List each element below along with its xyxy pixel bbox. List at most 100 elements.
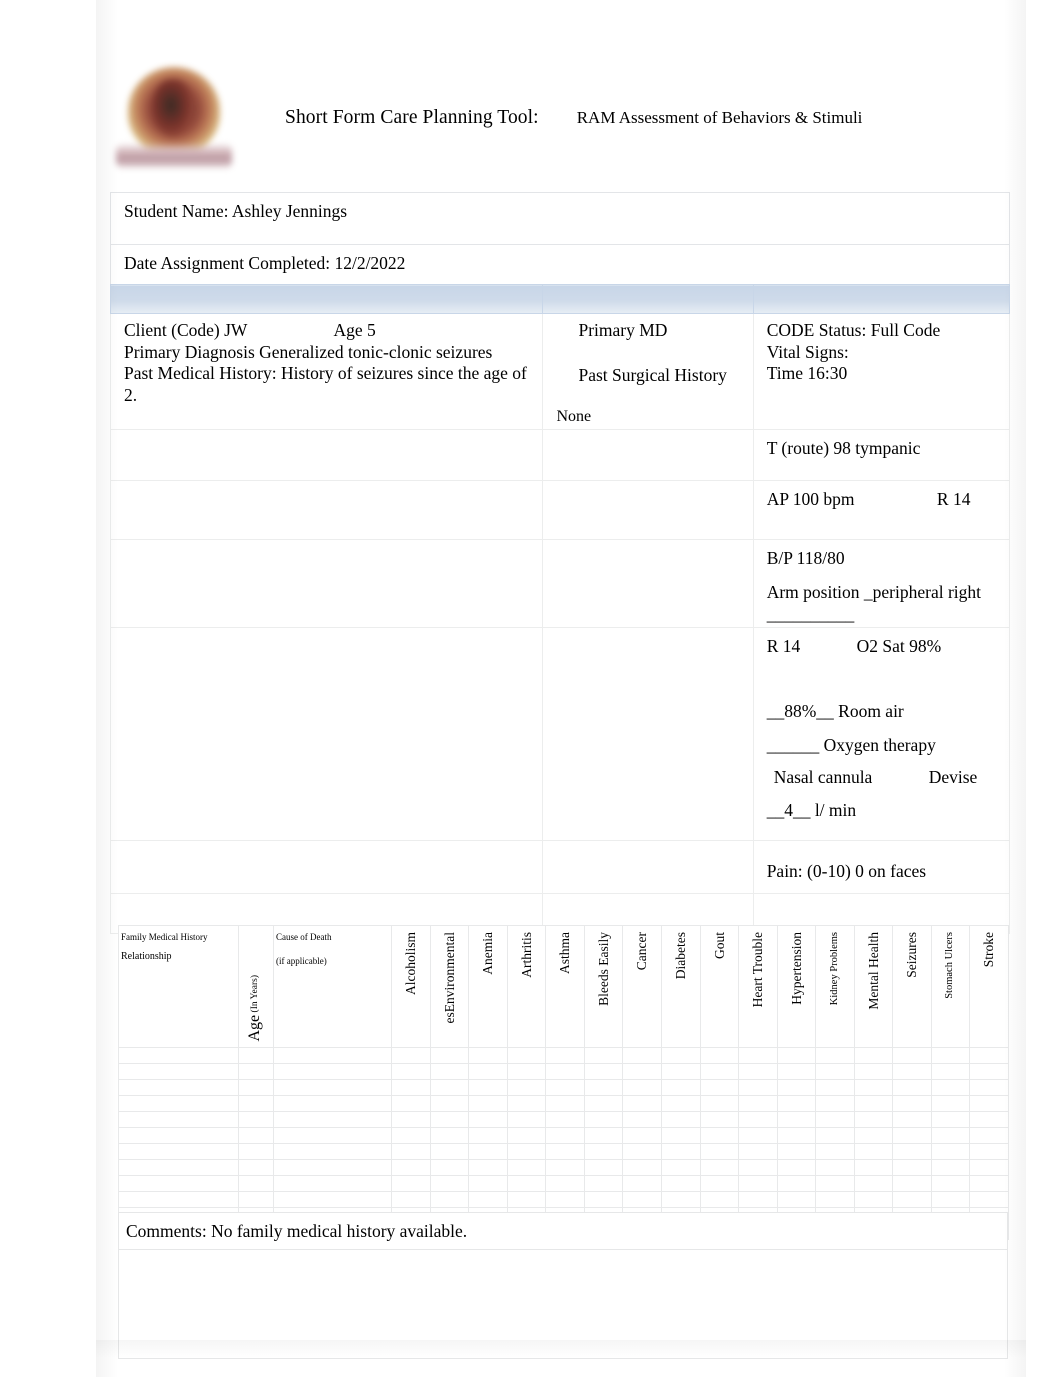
family-history-cell[interactable] [583,1063,624,1080]
family-history-cell[interactable] [238,1159,274,1176]
surgical-history-cell[interactable]: Primary MD Past Surgical History None [542,312,754,431]
family-history-cell[interactable] [699,1063,740,1080]
family-history-cell[interactable] [545,1111,585,1128]
family-history-cell[interactable] [815,1095,855,1112]
family-history-cell[interactable] [273,1047,392,1064]
family-history-cell[interactable] [699,1159,740,1176]
family-history-cell[interactable] [815,1143,855,1160]
family-history-cell[interactable] [391,1095,431,1112]
family-history-cell[interactable] [583,1175,624,1192]
family-history-cell[interactable] [545,1063,585,1080]
family-history-cell[interactable] [853,1127,894,1144]
family-history-row[interactable] [118,1063,1009,1080]
family-history-cell[interactable] [429,1127,470,1144]
family-history-cell[interactable] [699,1175,740,1192]
family-history-cell[interactable] [776,1079,817,1096]
family-history-cell[interactable] [892,1191,932,1208]
student-name-cell[interactable]: Student Name: Ashley Jennings [110,192,1010,245]
family-history-cell[interactable] [853,1095,894,1112]
family-history-cell[interactable] [699,1047,740,1064]
family-history-cell[interactable] [273,1063,392,1080]
family-history-cell[interactable] [238,1191,274,1208]
family-history-cell[interactable] [815,1159,855,1176]
family-history-cell[interactable] [429,1095,470,1112]
family-history-cell[interactable] [853,1063,894,1080]
family-history-cell[interactable] [738,1047,778,1064]
family-history-row[interactable] [118,1159,1009,1176]
family-history-cell[interactable] [738,1127,778,1144]
family-history-cell[interactable] [815,1127,855,1144]
family-history-row[interactable] [118,1143,1009,1160]
family-history-row[interactable] [118,1047,1009,1064]
family-history-cell[interactable] [468,1159,508,1176]
family-history-cell[interactable] [391,1175,431,1192]
oxygen-cell[interactable]: R 14 O2 Sat 98% __88%__ Room air ______ … [752,627,1011,842]
family-history-cell[interactable] [892,1111,932,1128]
family-history-cell[interactable] [429,1111,470,1128]
family-history-cell[interactable] [545,1127,585,1144]
comments-body-cell[interactable] [118,1249,1008,1359]
family-history-cell[interactable] [429,1143,470,1160]
family-history-cell[interactable] [776,1063,817,1080]
family-history-cell[interactable] [273,1127,392,1144]
family-history-cell[interactable] [853,1175,894,1192]
family-history-cell[interactable] [622,1111,662,1128]
family-history-cell[interactable] [583,1111,624,1128]
family-history-cell[interactable] [545,1095,585,1112]
family-history-cell[interactable] [545,1143,585,1160]
family-history-cell[interactable] [892,1079,932,1096]
family-history-cell[interactable] [930,1079,971,1096]
family-history-cell[interactable] [738,1143,778,1160]
family-history-row[interactable] [118,1079,1009,1096]
family-history-cell[interactable] [506,1127,547,1144]
family-history-cell[interactable] [699,1095,740,1112]
family-history-cell[interactable] [273,1079,392,1096]
family-history-cell[interactable] [815,1175,855,1192]
family-history-cell[interactable] [738,1175,778,1192]
blood-pressure-cell[interactable]: B/P 118/80 Arm position _peripheral righ… [752,539,1011,629]
family-history-cell[interactable] [738,1191,778,1208]
empty-cell-left-5[interactable] [109,840,544,895]
family-history-cell[interactable] [468,1175,508,1192]
family-history-cell[interactable] [853,1159,894,1176]
family-history-cell[interactable] [468,1191,508,1208]
family-history-cell[interactable] [776,1175,817,1192]
family-history-cell[interactable] [738,1079,778,1096]
empty-cell-middle-2[interactable] [542,480,754,541]
family-history-cell[interactable] [506,1175,547,1192]
family-history-cell[interactable] [506,1191,547,1208]
family-history-cell[interactable] [273,1111,392,1128]
family-history-cell[interactable] [738,1159,778,1176]
empty-cell-middle-1[interactable] [542,429,754,482]
family-history-cell[interactable] [391,1191,431,1208]
family-history-cell[interactable] [273,1095,392,1112]
apical-pulse-cell[interactable]: AP 100 bpm R 14 [752,480,1011,541]
client-info-cell[interactable]: Client (Code) JW Age 5 Primary Diagnosis… [109,312,544,431]
family-history-cell[interactable] [776,1191,817,1208]
family-history-cell[interactable] [660,1191,701,1208]
family-history-cell[interactable] [391,1143,431,1160]
family-history-cell[interactable] [545,1191,585,1208]
family-history-cell[interactable] [468,1079,508,1096]
family-history-cell[interactable] [429,1063,470,1080]
family-history-cell[interactable] [622,1191,662,1208]
family-history-cell[interactable] [930,1175,971,1192]
empty-cell-middle-4[interactable] [542,627,754,842]
family-history-cell[interactable] [969,1127,1009,1144]
family-history-cell[interactable] [892,1175,932,1192]
family-history-cell[interactable] [506,1047,547,1064]
family-history-cell[interactable] [660,1079,701,1096]
family-history-cell[interactable] [238,1127,274,1144]
family-history-cell[interactable] [118,1143,239,1160]
family-history-cell[interactable] [776,1111,817,1128]
family-history-cell[interactable] [815,1047,855,1064]
family-history-cell[interactable] [930,1047,971,1064]
family-history-cell[interactable] [892,1127,932,1144]
family-history-cell[interactable] [391,1063,431,1080]
family-history-cell[interactable] [930,1111,971,1128]
family-history-cell[interactable] [892,1095,932,1112]
family-history-cell[interactable] [660,1159,701,1176]
family-history-cell[interactable] [118,1095,239,1112]
family-history-cell[interactable] [545,1159,585,1176]
family-history-cell[interactable] [969,1079,1009,1096]
